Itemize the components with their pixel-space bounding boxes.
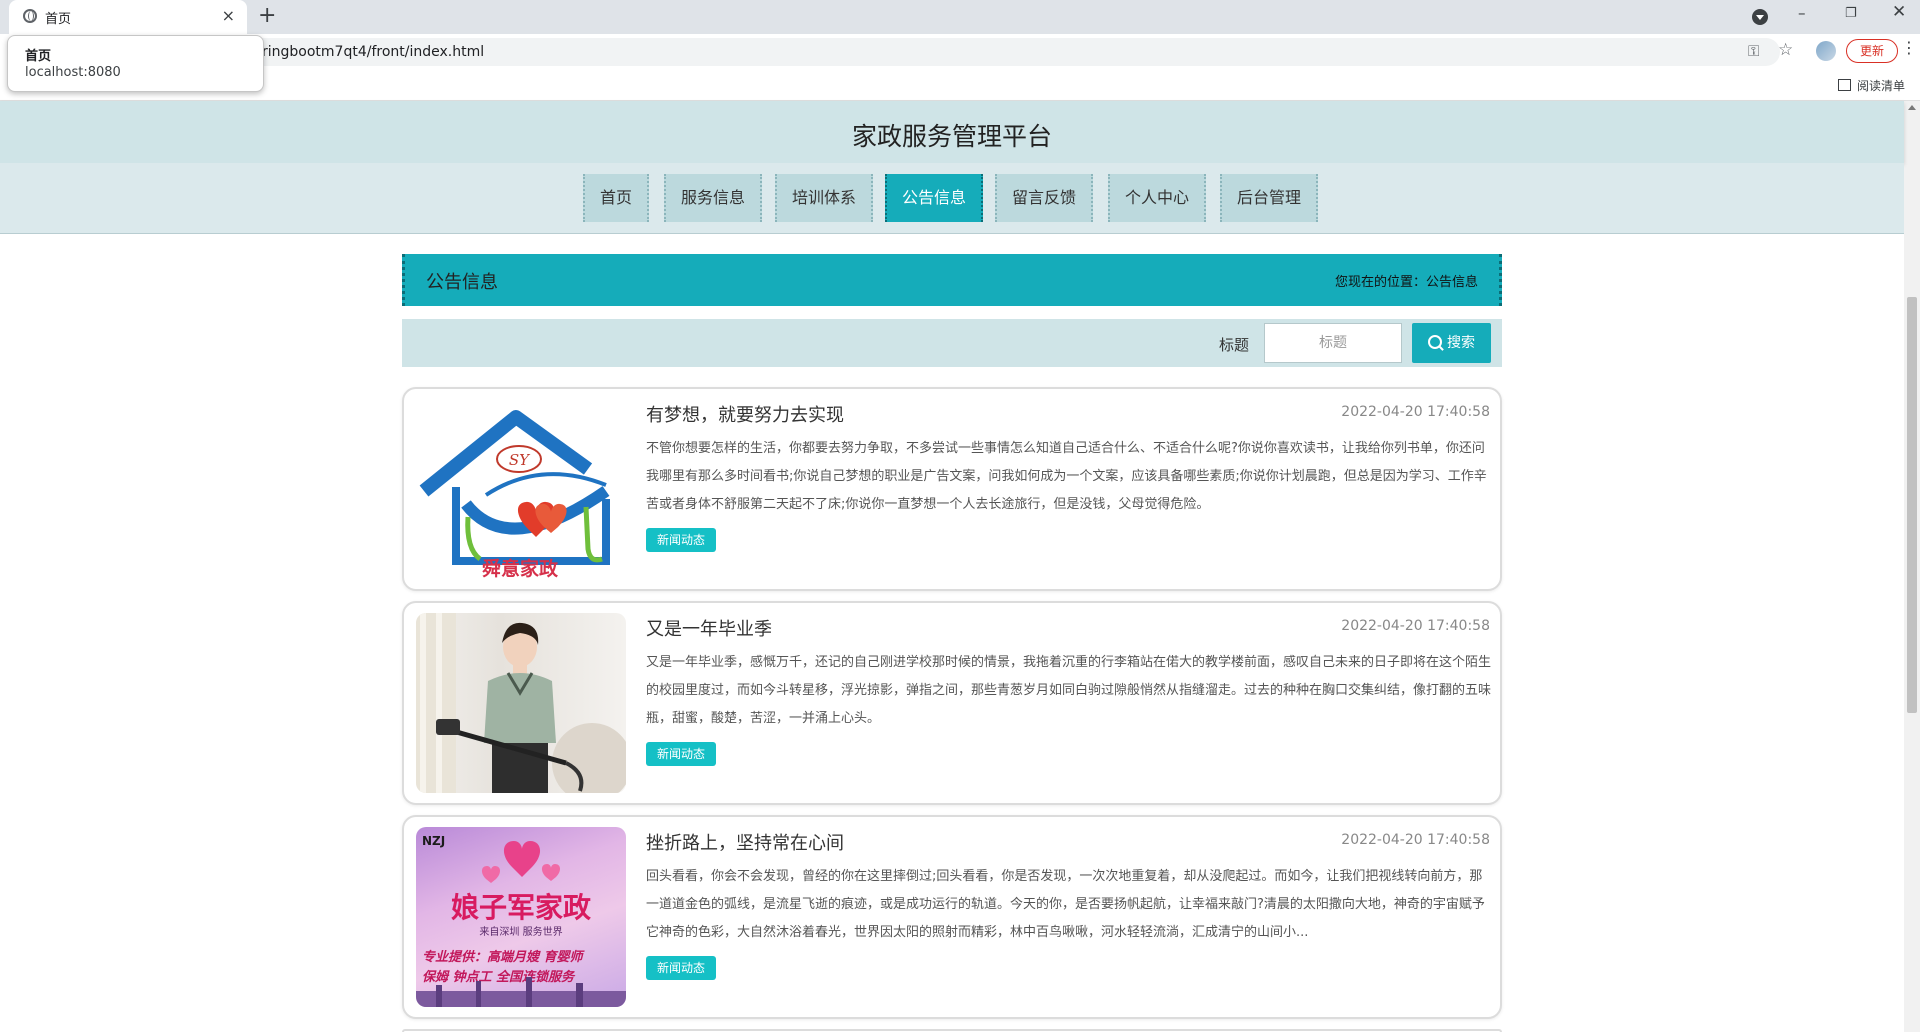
news-category-tag[interactable]: 新闻动态 bbox=[646, 528, 717, 552]
globe-icon bbox=[23, 9, 37, 23]
promo-poster: NZJ 娘子军家政 来自深圳 服务世界 专业提供：高端月嫂 育婴师 保姆 钟点工… bbox=[416, 834, 626, 1007]
new-tab-button[interactable]: + bbox=[258, 3, 276, 28]
housekeeper-photo bbox=[416, 613, 626, 793]
news-date: 2022-04-20 17:40:58 bbox=[1341, 618, 1490, 634]
nav-item-admin[interactable]: 后台管理 bbox=[1220, 174, 1318, 222]
browser-tabstrip: 首页 × + – ❐ ✕ bbox=[0, 0, 1920, 34]
tab-title: 首页 bbox=[45, 12, 72, 27]
search-bar: 标题 搜索 bbox=[402, 319, 1502, 367]
poster-line-1: 专业提供：高端月嫂 育婴师 bbox=[422, 949, 586, 965]
site-title: 家政服务管理平台 bbox=[851, 122, 1052, 151]
site-header: 家政服务管理平台 bbox=[0, 101, 1904, 163]
tab-search-icon[interactable] bbox=[1752, 9, 1768, 25]
news-thumbnail[interactable]: SY 舜意家政 bbox=[416, 399, 626, 579]
key-icon[interactable]: ⚿ bbox=[1748, 42, 1759, 60]
poster-subtitle: 来自深圳 服务世界 bbox=[479, 925, 562, 938]
browser-tab[interactable]: 首页 × bbox=[9, 0, 247, 34]
nav-item-services[interactable]: 服务信息 bbox=[664, 174, 762, 222]
search-button-label: 搜索 bbox=[1447, 335, 1475, 351]
minimize-icon[interactable]: – bbox=[1798, 4, 1806, 22]
news-summary: 回头看看，你会不会发现，曾经的你在这里摔倒过;回头看看，你是否发现，一次次地重复… bbox=[646, 869, 1485, 940]
breadcrumb: 您现在的位置：公告信息 bbox=[1334, 275, 1478, 290]
news-thumbnail[interactable] bbox=[416, 613, 626, 793]
nav-item-profile[interactable]: 个人中心 bbox=[1108, 174, 1206, 222]
reading-list-button[interactable]: 阅读清单 bbox=[1837, 77, 1905, 94]
star-icon[interactable]: ☆ bbox=[1778, 40, 1793, 60]
tooltip-title: 首页 bbox=[25, 49, 52, 64]
url-text: ringbootm7qt4/front/index.html bbox=[262, 44, 485, 60]
browser-toolbar: ringbootm7qt4/front/index.html bbox=[0, 34, 1920, 70]
profile-avatar[interactable] bbox=[1816, 41, 1836, 61]
restore-icon[interactable]: ❐ bbox=[1845, 6, 1857, 21]
poster-title: 娘子军家政 bbox=[451, 891, 591, 924]
news-title[interactable]: 又是一年毕业季 bbox=[646, 615, 772, 641]
search-icon bbox=[1428, 335, 1442, 349]
news-date: 2022-04-20 17:40:58 bbox=[1341, 832, 1490, 848]
nav-item-home[interactable]: 首页 bbox=[583, 174, 649, 222]
logo-text: 舜意家政 bbox=[482, 557, 559, 579]
title-search-input[interactable] bbox=[1264, 323, 1402, 363]
reading-list-icon bbox=[1837, 79, 1851, 91]
nav-item-announcements[interactable]: 公告信息 bbox=[885, 174, 983, 222]
company-logo: SY 舜意家政 bbox=[419, 410, 610, 579]
nav-item-feedback[interactable]: 留言反馈 bbox=[995, 174, 1093, 222]
page-scrollbar[interactable] bbox=[1904, 101, 1920, 1032]
search-label: 标题 bbox=[1219, 336, 1250, 354]
news-title[interactable]: 有梦想，就要努力去实现 bbox=[646, 401, 844, 427]
update-button[interactable]: 更新 bbox=[1846, 39, 1898, 63]
news-card[interactable]: 又是一年毕业季 2022-04-20 17:40:58 又是一年毕业季，感慨万千… bbox=[402, 601, 1502, 805]
news-thumbnail[interactable]: NZJ 娘子军家政 来自深圳 服务世界 专业提供：高端月嫂 育婴师 保姆 钟点工… bbox=[416, 827, 626, 1007]
news-category-tag[interactable]: 新闻动态 bbox=[646, 742, 717, 766]
menu-icon[interactable]: ⋮ bbox=[1901, 38, 1917, 57]
news-summary: 又是一年毕业季，感慨万千，还记的自己刚进学校那时候的情景，我拖着沉重的行李箱站在… bbox=[646, 655, 1492, 726]
search-button[interactable]: 搜索 bbox=[1412, 323, 1491, 363]
main-nav: 首页 服务信息 培训体系 公告信息 留言反馈 个人中心 后台管理 bbox=[0, 163, 1904, 234]
reading-list-label: 阅读清单 bbox=[1856, 79, 1905, 93]
news-category-tag[interactable]: 新闻动态 bbox=[646, 956, 717, 980]
scroll-thumb[interactable] bbox=[1907, 297, 1917, 713]
news-card[interactable]: NZJ 娘子军家政 来自深圳 服务世界 专业提供：高端月嫂 育婴师 保姆 钟点工… bbox=[402, 815, 1502, 1019]
news-summary: 不管你想要怎样的生活，你都要去努力争取，不多尝试一些事情怎么知道自己适合什么、不… bbox=[646, 441, 1487, 512]
nav-item-training[interactable]: 培训体系 bbox=[775, 174, 873, 222]
logo-mark: SY bbox=[509, 451, 531, 469]
news-card[interactable]: SY 舜意家政 有梦想，就要努力去实现 2022-04-20 17:40:58 … bbox=[402, 387, 1502, 591]
section-header: 公告信息 您现在的位置：公告信息 bbox=[402, 254, 1502, 306]
tab-hover-tooltip: 首页 localhost:8080 bbox=[7, 35, 264, 92]
window-close-icon[interactable]: ✕ bbox=[1892, 2, 1906, 22]
address-bar[interactable]: ringbootm7qt4/front/index.html bbox=[110, 38, 1780, 66]
bookmarks-bar: 阅读清单 bbox=[0, 70, 1920, 101]
poster-brand: NZJ bbox=[422, 834, 445, 848]
close-icon[interactable]: × bbox=[222, 6, 235, 25]
news-date: 2022-04-20 17:40:58 bbox=[1341, 404, 1490, 420]
poster-line-2: 保姆 钟点工 全国连锁服务 bbox=[422, 969, 576, 985]
tooltip-url: localhost:8080 bbox=[25, 65, 121, 80]
news-title[interactable]: 挫折路上，坚持常在心间 bbox=[646, 829, 844, 855]
scroll-up-icon[interactable] bbox=[1908, 105, 1916, 110]
section-title: 公告信息 bbox=[426, 272, 498, 293]
